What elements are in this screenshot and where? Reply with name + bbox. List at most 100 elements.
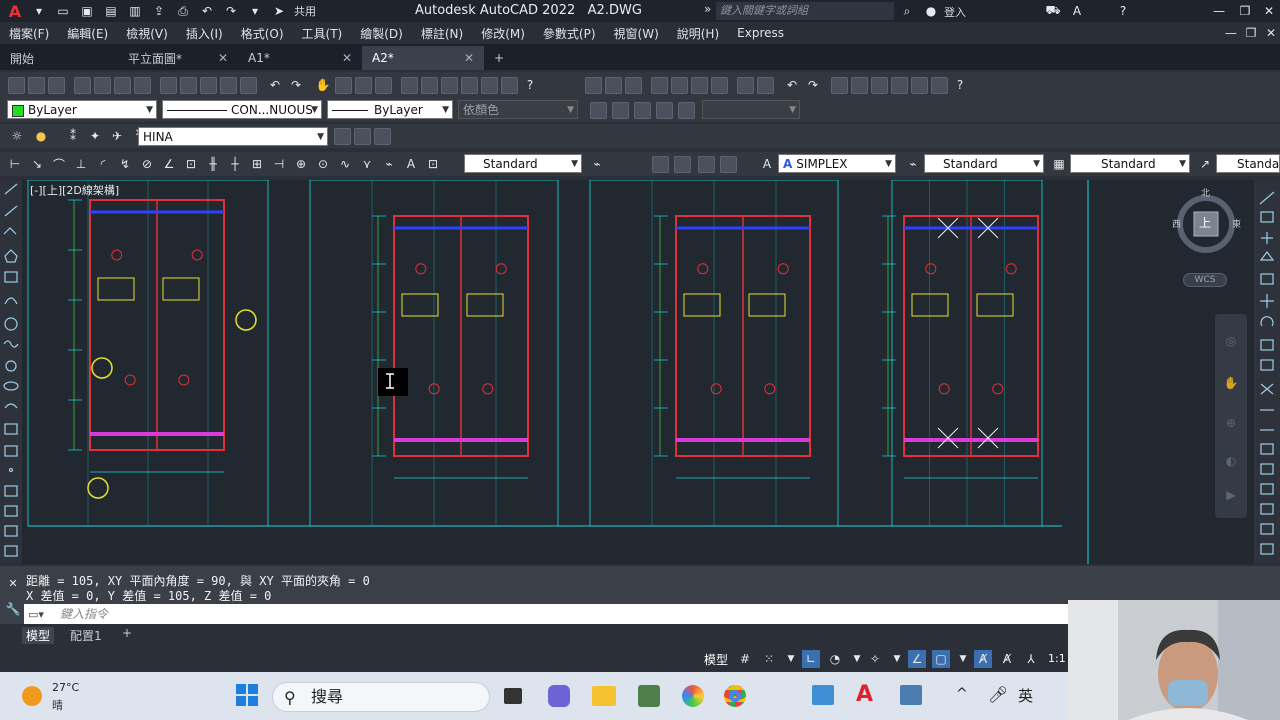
layer-previous-icon[interactable]	[354, 128, 371, 145]
user-icon[interactable]: ●	[922, 2, 940, 20]
properties-icon-2[interactable]	[831, 76, 848, 94]
tab-plan-elevation[interactable]: 平立面圖* ✕	[118, 46, 238, 70]
mleader-style-icon[interactable]: ↗	[1196, 155, 1214, 173]
minimize-icon[interactable]: —	[1210, 2, 1228, 20]
search-icon[interactable]: ⌕	[898, 2, 916, 20]
annotation-scale-icon[interactable]: ⅄	[1022, 650, 1040, 668]
open-icon-2[interactable]	[605, 76, 622, 94]
3d-print-icon-2[interactable]	[711, 76, 728, 94]
doc-close-icon[interactable]: ✕	[1262, 24, 1280, 42]
ordinate-icon[interactable]: ⊥	[72, 155, 90, 173]
menu-parametric[interactable]: 參數式(P)	[534, 25, 605, 42]
table-style-icon[interactable]: ▦	[1050, 155, 1068, 173]
hatch-icon[interactable]	[698, 156, 715, 173]
space-icon[interactable]: ⊞	[248, 155, 266, 173]
showmotion-icon[interactable]: ▶	[1222, 486, 1240, 504]
quickcalc-icon-2[interactable]	[931, 76, 948, 94]
chevron-down-icon[interactable]: ▼	[848, 650, 866, 668]
menu-window[interactable]: 視窗(W)	[605, 25, 668, 42]
lineweight-select[interactable]: ByLayer ▼	[327, 100, 453, 119]
ortho-icon[interactable]: ∟	[802, 650, 820, 668]
copy-icon[interactable]	[180, 76, 197, 94]
save-icon[interactable]	[48, 76, 65, 94]
redo-icon[interactable]: ↷	[222, 2, 240, 20]
angular-icon[interactable]: ∠	[160, 155, 178, 173]
color-select[interactable]: ByLayer ▼	[7, 100, 157, 119]
undo-icon[interactable]: ↶	[266, 76, 284, 94]
menu-format[interactable]: 格式(O)	[232, 25, 293, 42]
new-tab-button[interactable]: +	[484, 46, 514, 70]
tab-a1[interactable]: A1* ✕	[238, 46, 362, 70]
named-view-select[interactable]: ▼	[702, 100, 800, 119]
preview-icon[interactable]	[94, 76, 111, 94]
make-current-icon[interactable]	[334, 128, 351, 145]
extra-style-select[interactable]: Standard	[1216, 154, 1280, 173]
model-space-button[interactable]: 模型	[704, 651, 728, 668]
auto-scale-icon[interactable]: Ⱥ	[998, 650, 1016, 668]
open-folder-icon[interactable]: ▭	[54, 2, 72, 20]
file-explorer-icon[interactable]	[592, 686, 616, 706]
tab-a2[interactable]: A2* ✕	[362, 46, 484, 70]
compass-north[interactable]: 北	[1201, 186, 1210, 199]
wcs-menu[interactable]: WCS	[1183, 273, 1227, 287]
plot-icon[interactable]	[74, 76, 91, 94]
pan-icon[interactable]: ✋	[314, 76, 332, 94]
markup-icon[interactable]	[481, 76, 498, 94]
help-icon[interactable]: ?	[521, 76, 539, 94]
annotation-visibility-icon[interactable]: Ⱥ	[974, 650, 992, 668]
layer-state-icon[interactable]: ☼	[8, 127, 26, 145]
windows-start-icon[interactable]	[236, 684, 258, 706]
tab-model[interactable]: 模型	[22, 627, 55, 644]
continue-icon[interactable]: ┼	[226, 155, 244, 173]
chrome-icon[interactable]	[724, 685, 746, 707]
menu-file[interactable]: 檔案(F)	[0, 25, 58, 42]
weather-temperature[interactable]: 27°C	[52, 681, 79, 694]
quick-dim-icon[interactable]: ⊡	[182, 155, 200, 173]
open-icon[interactable]	[28, 76, 45, 94]
menu-view[interactable]: 檢視(V)	[117, 25, 177, 42]
menu-dimension[interactable]: 標註(N)	[412, 25, 472, 42]
text-font-select[interactable]: A SIMPLEX ▼	[778, 154, 896, 173]
taskbar-search-box[interactable]: 搜尋	[272, 682, 490, 712]
object-snap-tracking-icon[interactable]: ∠	[908, 650, 926, 668]
dropdown-arrow-icon[interactable]: ▾	[30, 2, 48, 20]
center-mark-icon[interactable]: ⊙	[314, 155, 332, 173]
3d-print-icon[interactable]	[134, 76, 151, 94]
screen-capture-icon[interactable]	[900, 685, 922, 705]
zoom-realtime-icon[interactable]	[335, 76, 352, 94]
save-icon-2[interactable]	[625, 76, 642, 94]
jogged-icon[interactable]: ↯	[116, 155, 134, 173]
view-icon-1[interactable]	[590, 102, 607, 119]
lightbulb-icon[interactable]: ●	[32, 127, 50, 145]
dimedit-icon[interactable]: ⌁	[380, 155, 398, 173]
inspect-icon[interactable]: ∿	[336, 155, 354, 173]
properties-icon[interactable]	[401, 76, 418, 94]
command-prompt-icon[interactable]: ▭▾	[28, 608, 44, 621]
signin-label[interactable]: 登入	[944, 4, 966, 20]
tool-palettes-icon[interactable]	[441, 76, 458, 94]
dimension-style-icon[interactable]: ⌁	[904, 155, 922, 173]
tray-expand-icon[interactable]: ^	[956, 686, 968, 702]
object-snap-icon[interactable]: ▢	[932, 650, 950, 668]
microphone-icon[interactable]: 🎤︎	[988, 685, 1008, 704]
menu-express[interactable]: Express	[728, 26, 793, 40]
tab-layout1[interactable]: 配置1	[70, 627, 102, 644]
orbit-icon[interactable]: ◐	[1222, 452, 1240, 470]
table-style-select[interactable]: Standard ▼	[924, 154, 1044, 173]
markup-icon-2[interactable]	[911, 76, 928, 94]
view-icon-5[interactable]	[678, 102, 695, 119]
preview-icon-2[interactable]	[671, 76, 688, 94]
update-icon[interactable]: ⊡	[424, 155, 442, 173]
pan-hand-icon[interactable]: ✋	[1222, 374, 1240, 392]
web-mobile-icon[interactable]: ▥	[126, 2, 144, 20]
aligned-dim-icon[interactable]: ↘	[28, 155, 46, 173]
teams-chat-icon[interactable]	[548, 685, 570, 707]
viewcube-top-label[interactable]: 上	[1199, 214, 1211, 231]
view-icon-2[interactable]	[612, 102, 629, 119]
sheet-set-icon[interactable]	[461, 76, 478, 94]
layer-freeze-icon[interactable]: ⁑	[64, 127, 82, 145]
radius-icon[interactable]: ◜	[94, 155, 112, 173]
diameter-icon[interactable]: ⊘	[138, 155, 156, 173]
new-icon-2[interactable]	[585, 76, 602, 94]
plot-icon-2[interactable]	[651, 76, 668, 94]
